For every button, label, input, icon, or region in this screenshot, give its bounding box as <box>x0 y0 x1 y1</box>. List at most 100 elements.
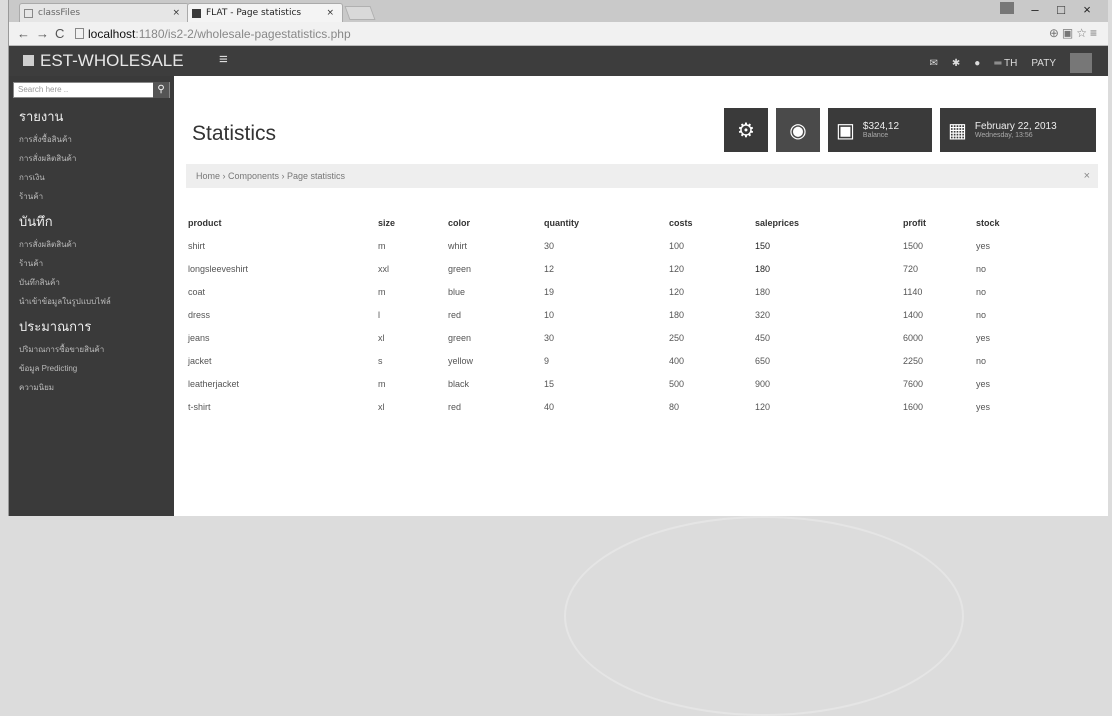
table-row: coat m blue 19 120 180 1140 no <box>188 281 1068 304</box>
browser-tab-1[interactable]: classFiles × <box>19 3 189 22</box>
table-cell: 720 <box>903 264 919 274</box>
sidebar: Search here .. ⚲ รายงาน การสั่งซื้อสินค้… <box>9 76 174 516</box>
table-cell: s <box>378 356 383 366</box>
column-header: quantity <box>544 218 579 228</box>
column-header: color <box>448 218 471 228</box>
table-row: longsleeveshirt xxl green 12 120 180 720 no <box>188 258 1068 281</box>
search-input[interactable]: Search here .. ⚲ <box>13 82 170 98</box>
table-cell: 180 <box>755 264 771 274</box>
back-icon[interactable]: ← <box>17 26 36 41</box>
sidebar-item[interactable]: บันทึกสินค้า <box>19 276 164 289</box>
table-cell: leatherjacket <box>188 379 240 389</box>
sidebar-item[interactable]: นำเข้าข้อมูลในรูปแบบไฟล์ <box>19 295 164 308</box>
sidebar-item[interactable]: ความนิยม <box>19 381 164 394</box>
statistics-table: product size color quantity costs salepr… <box>188 214 1068 419</box>
browser-window: classFiles × FLAT - Page statistics × – □… <box>8 0 1108 716</box>
forward-icon[interactable]: → <box>36 26 55 41</box>
table-cell: 120 <box>669 264 685 274</box>
date-tile[interactable]: ▦ February 22, 2013 Wednesday, 13:56 <box>940 108 1096 152</box>
table-cell: red <box>448 402 462 412</box>
language-selector[interactable]: ═ TH <box>994 58 1017 69</box>
balance-tile[interactable]: ▣ $324,12 Balance <box>828 108 932 152</box>
table-cell: 250 <box>669 333 685 343</box>
settings-tile[interactable]: ⚙ <box>724 108 768 152</box>
new-tab-button[interactable] <box>344 6 376 20</box>
breadcrumb-text[interactable]: Home › Components › Page statistics <box>196 171 345 181</box>
table-cell: red <box>448 310 462 320</box>
gear-icon: ⚙ <box>737 119 755 142</box>
tab-close-icon[interactable]: × <box>326 4 334 23</box>
translate-icon[interactable]: ▣ <box>1062 26 1076 40</box>
sidebar-item[interactable]: ร้านค้า <box>19 190 164 203</box>
table-cell: 9 <box>544 356 550 366</box>
star-icon[interactable]: ☆ <box>1076 26 1090 40</box>
browser-tab-2[interactable]: FLAT - Page statistics × <box>187 3 343 22</box>
sidebar-item[interactable]: ปริมาณการซื้อขายสินค้า <box>19 343 164 356</box>
table-cell: green <box>448 264 472 274</box>
money-icon: ▣ <box>836 119 855 142</box>
table-cell: 120 <box>755 402 771 412</box>
search-icon[interactable]: ⚲ <box>153 82 169 98</box>
menu-toggle-icon[interactable]: ≡ <box>219 51 228 68</box>
table-row: jeans xl green 30 250 450 6000 yes <box>188 327 1068 350</box>
avatar[interactable] <box>1070 53 1092 73</box>
date-sub: Wednesday, 13:56 <box>974 132 1033 139</box>
tab-strip: classFiles × FLAT - Page statistics × – □… <box>9 0 1108 22</box>
app-header: EST-WHOLESALE ≡ ✉ ✱ ● ═ TH PATY <box>9 46 1108 76</box>
table-cell: no <box>976 287 987 297</box>
page-icon <box>192 9 201 18</box>
language-label: TH <box>1004 57 1018 69</box>
table-cell: 10 <box>544 310 555 320</box>
table-cell: coat <box>188 287 206 297</box>
table-cell: yes <box>976 402 991 412</box>
sidebar-item[interactable]: ข้อมูล Predicting <box>19 362 164 375</box>
menu-icon[interactable]: ≡ <box>1090 26 1100 40</box>
table-cell: 500 <box>669 379 685 389</box>
tab-close-icon[interactable]: × <box>172 4 180 23</box>
messages-icon[interactable]: ✉ <box>930 58 938 69</box>
reload-icon[interactable]: C <box>55 26 70 41</box>
table-cell: 40 <box>544 402 555 412</box>
globe-tile[interactable]: ◉ <box>776 108 820 152</box>
zoom-icon[interactable]: ⊕ <box>1049 26 1062 40</box>
table-cell: jacket <box>188 356 212 366</box>
url-field[interactable]: localhost:1180/is2-2/wholesale-pagestati… <box>75 27 351 41</box>
sidebar-item[interactable]: ร้านค้า <box>19 257 164 270</box>
sidebar-item[interactable]: การสั่งผลิตสินค้า <box>19 238 164 251</box>
user-name[interactable]: PATY <box>1031 58 1056 69</box>
profile-icon[interactable] <box>1000 2 1014 14</box>
column-header: costs <box>669 218 693 228</box>
page-title: Statistics <box>192 122 277 145</box>
table-cell: m <box>378 379 386 389</box>
table-cell: dress <box>188 310 211 320</box>
brand-logo[interactable]: EST-WHOLESALE <box>23 51 184 71</box>
table-cell: m <box>378 241 386 251</box>
page-icon <box>75 28 84 39</box>
table-cell: yes <box>976 379 991 389</box>
notification-icon[interactable]: ● <box>974 58 980 69</box>
settings-icon[interactable]: ✱ <box>952 58 960 69</box>
header-actions: ✉ ✱ ● ═ TH PATY <box>930 53 1092 73</box>
maximize-button[interactable]: □ <box>1048 2 1074 17</box>
close-icon[interactable]: × <box>1084 164 1090 188</box>
table-cell: yes <box>976 333 991 343</box>
date-main: February 22, 2013 <box>974 121 1057 132</box>
minimize-button[interactable]: – <box>1022 2 1048 17</box>
address-bar: ←→C localhost:1180/is2-2/wholesale-pages… <box>9 22 1108 46</box>
table-cell: longsleeveshirt <box>188 264 249 274</box>
stat-tiles: ⚙ ◉ ▣ $324,12 Balance ▦ February 22, 201… <box>724 108 1096 152</box>
table-cell: 30 <box>544 241 555 251</box>
sidebar-item[interactable]: การสั่งซื้อสินค้า <box>19 133 164 146</box>
column-header: saleprices <box>755 218 800 228</box>
sidebar-item[interactable]: การเงิน <box>19 171 164 184</box>
table-cell: t-shirt <box>188 402 211 412</box>
sidebar-item[interactable]: การสั่งผลิตสินค้า <box>19 152 164 165</box>
table-cell: 650 <box>755 356 771 366</box>
table-row: jacket s yellow 9 400 650 2250 no <box>188 350 1068 373</box>
table-cell: 80 <box>669 402 680 412</box>
table-cell: 12 <box>544 264 555 274</box>
table-cell: xl <box>378 333 385 343</box>
close-window-button[interactable]: × <box>1074 2 1100 17</box>
table-row: t-shirt xl red 40 80 120 1600 yes <box>188 396 1068 419</box>
url-path: :1180/is2-2/wholesale-pagestatistics.php <box>135 27 351 41</box>
